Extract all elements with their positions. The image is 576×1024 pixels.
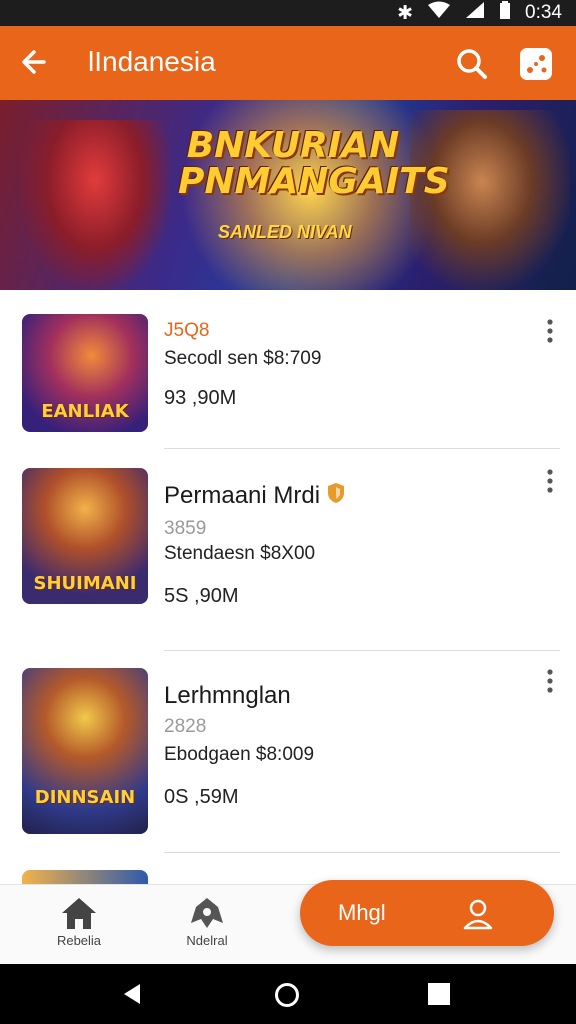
game-thumbnail: EANLIAK — [22, 314, 148, 432]
user-icon — [460, 896, 496, 932]
more-options-icon[interactable] — [540, 668, 560, 694]
recent-apps-icon[interactable] — [428, 983, 450, 1010]
game-thumbnail: SHUIMANI — [22, 468, 148, 604]
divider — [164, 448, 560, 449]
status-bar: ✱ 0:34 — [0, 0, 576, 26]
signal-icon — [465, 1, 485, 25]
game-thumbnail: DINNSAIN — [22, 668, 148, 834]
battery-icon — [499, 1, 511, 25]
page-title: lIndanesia — [88, 46, 216, 77]
promo-banner[interactable]: BNKURIAN PNMANGAITS SANLED NIVAN — [0, 100, 576, 290]
nav-item-home[interactable]: Rebelia — [34, 895, 124, 948]
list-item[interactable]: DINNSAIN Lerhmnglan 2828 Ebodgaen $8:009… — [0, 652, 576, 853]
bluetooth-icon: ✱ — [397, 2, 414, 24]
game-character-icon — [162, 895, 252, 931]
list-item[interactable]: SHUIMANI Permaani Mrdi 3859 Stendaesn $8… — [0, 450, 576, 651]
home-icon — [34, 895, 124, 931]
home-circle-icon[interactable] — [274, 982, 300, 1013]
more-options-icon[interactable] — [540, 468, 560, 494]
divider — [164, 650, 560, 651]
thumbnail-label: EANLIAK — [41, 401, 129, 422]
banner-subtitle: SANLED NIVAN — [218, 222, 352, 242]
item-title: Permaani Mrdi — [164, 482, 345, 511]
nav-item-games[interactable]: Ndelral — [162, 895, 252, 948]
item-downloads: 0S ,59M — [164, 786, 239, 808]
banner-headline: BNKURIAN PNMANGAITS — [178, 125, 450, 202]
shield-badge-icon — [327, 482, 345, 511]
app-bar: lIndanesia — [0, 26, 576, 100]
item-size: Ebodgaen $8:009 — [164, 744, 315, 765]
back-arrow-icon[interactable] — [18, 44, 54, 80]
thumbnail-label: SHUIMANI — [33, 573, 137, 594]
item-title: Lerhmnglan — [164, 682, 291, 709]
item-code: 2828 — [164, 716, 207, 737]
status-time: 0:34 — [525, 2, 562, 23]
banner-hero-left-image — [20, 120, 170, 290]
gamepad-icon[interactable] — [518, 46, 554, 82]
search-icon[interactable] — [454, 46, 490, 82]
back-triangle-icon[interactable] — [120, 982, 144, 1011]
nav-item-label: Ndelral — [186, 933, 228, 948]
item-downloads: 93 ,90M — [164, 387, 237, 409]
fab-label: Mhgl — [338, 900, 386, 925]
game-thumbnail — [22, 870, 148, 884]
wifi-icon — [427, 1, 451, 25]
divider — [164, 852, 560, 853]
item-downloads: 5S ,90M — [164, 585, 239, 607]
more-options-icon[interactable] — [540, 318, 560, 344]
item-code: J5Q8 — [164, 320, 210, 341]
item-size: Secodl sen $8:709 — [164, 348, 322, 369]
profile-action-button[interactable]: Mhgl — [300, 880, 554, 946]
item-code: 3859 — [164, 518, 207, 539]
thumbnail-label: DINNSAIN — [34, 787, 136, 808]
item-size: Stendaesn $8X00 — [164, 543, 316, 564]
system-navigation-bar — [0, 964, 576, 1024]
item-title-text: Permaani Mrdi — [164, 482, 321, 509]
nav-item-label: Rebelia — [56, 933, 102, 948]
